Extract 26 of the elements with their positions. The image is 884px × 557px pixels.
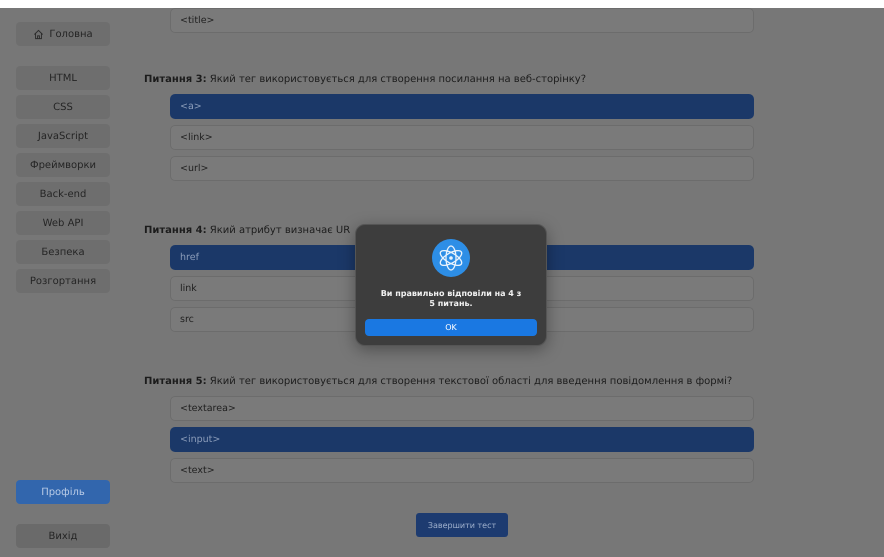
question-text: Питання 4: Який атрибут визначає UR (144, 225, 352, 236)
answer-option[interactable]: <a> (170, 94, 754, 119)
profile-button[interactable]: Профіль (16, 480, 110, 504)
sidebar-item[interactable]: Безпека (16, 240, 110, 264)
sidebar-item[interactable]: Фреймворки (16, 153, 110, 177)
ok-button[interactable]: OK (365, 318, 537, 336)
dialog-message: Ви правильно відповіли на 4 з 5 питань. (380, 289, 522, 310)
sidebar-item[interactable]: JavaScript (16, 124, 110, 148)
atom-icon (432, 239, 470, 277)
sidebar-item[interactable]: Розгортання (16, 269, 110, 293)
answer-option[interactable]: <link> (170, 125, 754, 150)
answer-option[interactable]: <text> (170, 458, 754, 483)
answer-option[interactable]: <textarea> (170, 396, 754, 421)
home-button[interactable]: Головна (16, 22, 110, 46)
finish-button[interactable]: Завершити тест (416, 513, 508, 537)
answer-option[interactable]: <title> (170, 8, 754, 33)
sidebar-item[interactable]: CSS (16, 95, 110, 119)
question-text: Питання 3: Який тег використовується для створення посилання на веб-сторінку? (144, 74, 587, 85)
sidebar-item[interactable]: Back-end (16, 182, 110, 206)
sidebar-item[interactable]: Web API (16, 211, 110, 235)
sidebar-item[interactable]: HTML (16, 66, 110, 90)
logout-button[interactable]: Вихід (16, 524, 110, 548)
answer-option[interactable]: <input> (170, 427, 754, 452)
answer-option[interactable]: <url> (170, 156, 754, 181)
home-icon (33, 28, 44, 40)
question-text: Питання 5: Який тег використовується для створення текстової області для введення повідомлення в формі? (144, 376, 734, 387)
